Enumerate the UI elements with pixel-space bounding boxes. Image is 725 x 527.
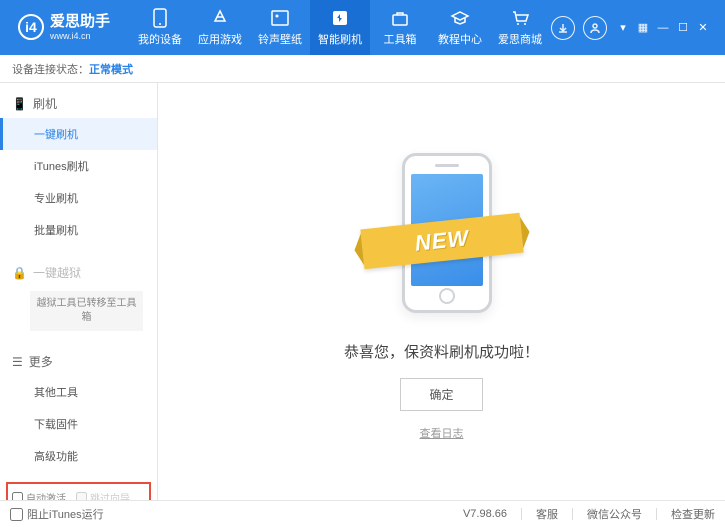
footer-link-update[interactable]: 检查更新 (671, 506, 715, 522)
skin-icon[interactable]: ▦ (635, 20, 651, 36)
version-label: V7.98.66 (463, 508, 507, 520)
footer-link-wechat[interactable]: 微信公众号 (587, 506, 642, 522)
sidebar-item-other-tools[interactable]: 其他工具 (0, 376, 157, 408)
sidebar-header-flash[interactable]: 📱 刷机 (0, 89, 157, 118)
main-content: NEW 恭喜您，保资料刷机成功啦！ 确定 查看日志 (158, 83, 725, 500)
nav-label: 应用游戏 (198, 31, 242, 47)
nav-label: 智能刷机 (318, 31, 362, 47)
highlighted-options: 自动激活 跳过向导 (6, 482, 151, 500)
skip-guide-check[interactable]: 跳过向导 (76, 490, 130, 500)
apps-icon (210, 8, 230, 28)
sidebar-header-label: 刷机 (33, 95, 57, 112)
top-nav: 我的设备 应用游戏 铃声壁纸 智能刷机 工具箱 教程中心 爱思商城 (130, 0, 551, 55)
check-label: 自动激活 (26, 490, 66, 500)
jailbreak-note: 越狱工具已转移至工具箱 (30, 291, 143, 331)
phone-icon: 📱 (12, 97, 27, 111)
grad-cap-icon (450, 8, 470, 28)
nav-label: 教程中心 (438, 31, 482, 47)
lock-icon: 🔒 (12, 266, 27, 280)
sidebar-header-label: 更多 (29, 353, 53, 370)
sidebar-item-batch-flash[interactable]: 批量刷机 (0, 214, 157, 246)
sidebar-item-pro-flash[interactable]: 专业刷机 (0, 182, 157, 214)
status-bar: 设备连接状态： 正常模式 (0, 55, 725, 83)
nav-tutorials[interactable]: 教程中心 (430, 0, 490, 55)
nav-ringtones[interactable]: 铃声壁纸 (250, 0, 310, 55)
sidebar-item-advanced[interactable]: 高级功能 (0, 440, 157, 472)
check-label: 阻止iTunes运行 (27, 506, 104, 522)
success-message: 恭喜您，保资料刷机成功啦！ (344, 341, 539, 362)
sidebar-header-jailbreak: 🔒 一键越狱 (0, 258, 157, 287)
status-label: 设备连接状态： (12, 61, 89, 77)
cart-icon (510, 8, 530, 28)
ribbon-text: NEW (413, 225, 470, 257)
nav-label: 工具箱 (384, 31, 417, 47)
nav-apps[interactable]: 应用游戏 (190, 0, 250, 55)
menu-icon: ☰ (12, 355, 23, 369)
menu-icon[interactable]: ▾ (615, 20, 631, 36)
maximize-icon[interactable]: ☐ (675, 20, 691, 36)
logo-icon: i4 (18, 14, 44, 40)
sidebar-header-label: 一键越狱 (33, 264, 81, 281)
nav-store[interactable]: 爱思商城 (490, 0, 550, 55)
check-label: 跳过向导 (90, 490, 130, 500)
nav-flash[interactable]: 智能刷机 (310, 0, 370, 55)
image-icon (270, 8, 290, 28)
download-button[interactable] (551, 16, 575, 40)
nav-label: 铃声壁纸 (258, 31, 302, 47)
status-value: 正常模式 (89, 61, 133, 77)
nav-my-device[interactable]: 我的设备 (130, 0, 190, 55)
nav-label: 我的设备 (138, 31, 182, 47)
nav-label: 爱思商城 (498, 31, 542, 47)
footer: 阻止iTunes运行 V7.98.66 客服 微信公众号 检查更新 (0, 500, 725, 527)
sidebar-item-oneclick-flash[interactable]: 一键刷机 (0, 118, 157, 150)
sidebar-item-download-fw[interactable]: 下载固件 (0, 408, 157, 440)
app-title: 爱思助手 (50, 13, 110, 31)
auto-activate-check[interactable]: 自动激活 (12, 490, 66, 500)
user-button[interactable] (583, 16, 607, 40)
sidebar-header-more[interactable]: ☰ 更多 (0, 347, 157, 376)
view-log-link[interactable]: 查看日志 (420, 425, 464, 441)
toolbox-icon (390, 8, 410, 28)
ok-button[interactable]: 确定 (400, 378, 482, 411)
success-illustration: NEW (372, 143, 512, 323)
app-logo: i4 爱思助手 www.i4.cn (8, 13, 120, 42)
sidebar: 📱 刷机 一键刷机 iTunes刷机 专业刷机 批量刷机 🔒 一键越狱 越狱工具… (0, 83, 158, 500)
nav-toolbox[interactable]: 工具箱 (370, 0, 430, 55)
app-subtitle: www.i4.cn (50, 31, 110, 42)
phone-icon (150, 8, 170, 28)
footer-link-support[interactable]: 客服 (536, 506, 558, 522)
block-itunes-check[interactable]: 阻止iTunes运行 (10, 506, 104, 522)
close-icon[interactable]: ✕ (695, 20, 711, 36)
sidebar-item-itunes-flash[interactable]: iTunes刷机 (0, 150, 157, 182)
flash-icon (330, 8, 350, 28)
minimize-icon[interactable]: — (655, 20, 671, 36)
